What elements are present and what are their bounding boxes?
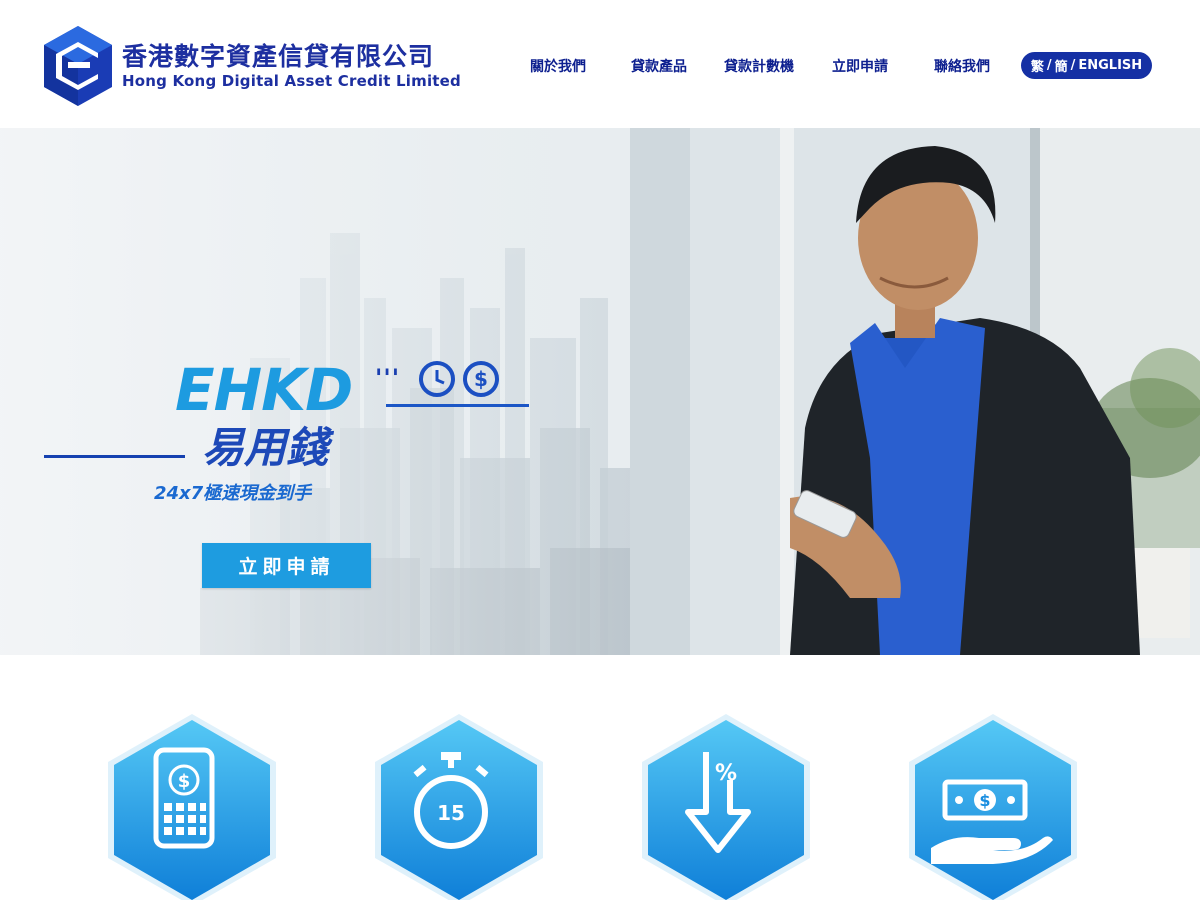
feature-section: $ 15 % $ (0, 655, 1200, 900)
lang-separator: / (1046, 58, 1052, 73)
stopwatch-15-icon[interactable]: 15 (359, 710, 559, 900)
hero-brand-dots: ''' (375, 364, 401, 392)
percent-value: % (715, 761, 737, 786)
hero-subtagline: 24x7極速現金到手 (154, 483, 312, 504)
main-nav: 關於我們 貸款產品 貸款計數機 立即申請 聯絡我們 (0, 52, 1200, 80)
apply-now-button[interactable]: 立即申請 (202, 543, 371, 588)
rate-down-icon[interactable]: % (626, 710, 826, 900)
svg-text:$: $ (178, 771, 191, 792)
language-switcher: 繁 / 簡 / ENGLISH (1021, 52, 1152, 79)
clock-icon (419, 361, 455, 397)
nav-item-loan-products[interactable]: 貸款產品 (631, 56, 687, 76)
hero-tagline: 易用錢 (202, 423, 329, 472)
stopwatch-value: 15 (437, 801, 465, 825)
lang-traditional[interactable]: 繁 (1031, 56, 1044, 75)
site-header: 香港數字資產信貸有限公司 Hong Kong Digital Asset Cre… (0, 0, 1200, 128)
nav-item-loan-calculator[interactable]: 貸款計數機 (724, 56, 794, 76)
phone-dollar-icon[interactable]: $ (92, 710, 292, 900)
nav-item-apply-now[interactable]: 立即申請 (832, 56, 888, 76)
dollar-circle-icon: $ (463, 361, 499, 397)
lang-english[interactable]: ENGLISH (1078, 58, 1142, 73)
svg-text:$: $ (474, 367, 488, 391)
brand-underline (386, 404, 529, 407)
hero-brand-name: EHKD (175, 356, 353, 424)
money-value: $ (979, 791, 990, 810)
lang-separator: / (1070, 58, 1076, 73)
tagline-line (44, 455, 185, 458)
nav-item-about[interactable]: 關於我們 (530, 56, 586, 76)
hand-money-icon[interactable]: $ (893, 710, 1093, 900)
lang-simplified[interactable]: 簡 (1055, 56, 1068, 75)
nav-item-contact[interactable]: 聯絡我們 (934, 56, 990, 76)
